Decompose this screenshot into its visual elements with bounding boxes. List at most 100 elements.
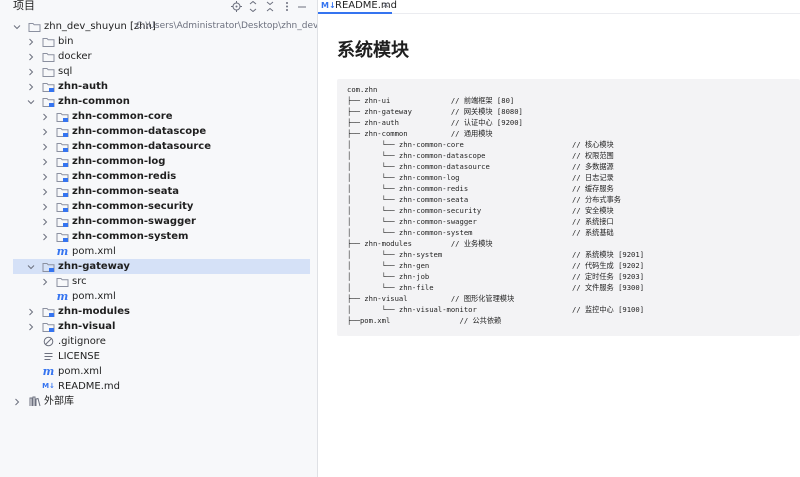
tree-node[interactable]: zhn-gateway bbox=[13, 259, 310, 274]
chevron-down-icon[interactable] bbox=[26, 94, 36, 109]
tree-node[interactable]: zhn-common bbox=[0, 94, 317, 109]
module-folder-icon bbox=[56, 125, 69, 138]
chevron-right-icon[interactable] bbox=[26, 304, 36, 319]
close-icon[interactable]: ✕ bbox=[382, 0, 390, 12]
chevron-right-icon[interactable] bbox=[40, 109, 50, 124]
maven-file-icon: m bbox=[56, 290, 69, 303]
chevron-right-icon[interactable] bbox=[40, 274, 50, 289]
tree-node[interactable]: LICENSE bbox=[0, 349, 317, 364]
minimize-panel-icon[interactable] bbox=[296, 0, 308, 12]
code-block: com.zhn ├── zhn-ui // 前端框架 [80] ├── zhn-ga… bbox=[337, 79, 800, 336]
tree-node[interactable]: zhn-common-swagger bbox=[0, 214, 317, 229]
module-folder-icon bbox=[42, 80, 55, 93]
folder-icon bbox=[42, 35, 55, 48]
chevron-right-icon[interactable] bbox=[40, 139, 50, 154]
tree-node-label: zhn-common-datascope bbox=[72, 126, 207, 137]
tree-node-label: zhn-common-system bbox=[72, 231, 189, 242]
project-panel-header: 项目 bbox=[0, 0, 317, 14]
code-line: │ └── zhn-common-system // 系统基础 bbox=[347, 228, 614, 237]
chevron-down-icon[interactable] bbox=[26, 259, 36, 274]
module-folder-icon bbox=[56, 170, 69, 183]
chevron-right-icon[interactable] bbox=[12, 394, 22, 409]
code-line: ├── zhn-auth // 认证中心 [9200] bbox=[347, 118, 523, 127]
tree-node[interactable]: zhn-common-security bbox=[0, 199, 317, 214]
tree-node-label: zhn-common-seata bbox=[72, 186, 179, 197]
collapse-all-icon[interactable] bbox=[264, 0, 276, 12]
tree-node-label: zhn-common-datasource bbox=[72, 141, 212, 152]
code-line: │ └── zhn-gen // 代码生成 [9202] bbox=[347, 261, 645, 270]
tree-node[interactable]: m pom.xml bbox=[0, 289, 317, 304]
tree-node[interactable]: docker bbox=[0, 49, 317, 64]
tree-node-label: zhn-auth bbox=[58, 81, 108, 92]
tree-node[interactable]: zhn-common-core bbox=[0, 109, 317, 124]
maven-file-icon: m bbox=[56, 245, 69, 258]
tree-node-label: zhn-common-security bbox=[72, 201, 194, 212]
tree-node-label: docker bbox=[58, 51, 92, 62]
tree-node-label: 外部库 bbox=[44, 396, 74, 407]
module-folder-icon bbox=[42, 95, 55, 108]
tree-node[interactable]: m pom.xml bbox=[0, 364, 317, 379]
code-line: ├── zhn-gateway // 网关模块 [8080] bbox=[347, 107, 523, 116]
module-folder-icon bbox=[56, 185, 69, 198]
ignore-file-icon bbox=[42, 335, 55, 348]
tree-node[interactable]: zhn-common-system bbox=[0, 229, 317, 244]
tree-node[interactable]: M↓ README.md bbox=[0, 379, 317, 394]
tree-node-label: pom.xml bbox=[72, 246, 116, 257]
folder-icon bbox=[28, 20, 41, 33]
chevron-right-icon[interactable] bbox=[40, 169, 50, 184]
editor-tab-bar: M↓ README.md ✕ bbox=[318, 0, 800, 14]
tree-node-label: bin bbox=[58, 36, 74, 47]
tree-node[interactable]: 外部库 bbox=[0, 394, 317, 409]
chevron-right-icon[interactable] bbox=[40, 124, 50, 139]
tree-node[interactable]: src bbox=[0, 274, 317, 289]
code-line: com.zhn bbox=[347, 85, 378, 94]
tree-node-label: README.md bbox=[58, 381, 121, 392]
chevron-right-icon[interactable] bbox=[40, 199, 50, 214]
chevron-right-icon[interactable] bbox=[26, 64, 36, 79]
tab-readme[interactable]: M↓ README.md ✕ bbox=[318, 0, 397, 14]
code-line: ├── zhn-modules // 业务模块 bbox=[347, 239, 493, 248]
module-folder-icon bbox=[42, 260, 55, 273]
chevron-down-icon[interactable] bbox=[12, 19, 22, 34]
tree-node[interactable]: zhn_dev_shuyun [zhn] C:\Users\Administrat… bbox=[0, 19, 318, 34]
module-folder-icon bbox=[56, 140, 69, 153]
markdown-heading: 系统模块 bbox=[337, 40, 409, 61]
tree-node[interactable]: zhn-modules bbox=[0, 304, 317, 319]
tree-node[interactable]: m pom.xml bbox=[0, 244, 317, 259]
module-folder-icon bbox=[56, 230, 69, 243]
chevron-right-icon[interactable] bbox=[40, 229, 50, 244]
chevron-down-icon[interactable] bbox=[13, 0, 25, 12]
tree-node[interactable]: sql bbox=[0, 64, 317, 79]
code-line: │ └── zhn-system // 系统模块 [9201] bbox=[347, 250, 645, 259]
tree-node[interactable]: .gitignore bbox=[0, 334, 317, 349]
text-file-icon bbox=[42, 350, 55, 363]
project-tree: zhn_dev_shuyun [zhn] C:\Users\Administrat… bbox=[0, 19, 318, 409]
code-line: │ └── zhn-common-redis // 缓存服务 bbox=[347, 184, 614, 193]
tree-node[interactable]: zhn-common-redis bbox=[0, 169, 317, 184]
chevron-right-icon[interactable] bbox=[26, 79, 36, 94]
chevron-right-icon[interactable] bbox=[40, 154, 50, 169]
tree-node-label: zhn-visual bbox=[58, 321, 116, 332]
chevron-right-icon[interactable] bbox=[26, 319, 36, 334]
code-line: │ └── zhn-common-log // 日志记录 bbox=[347, 173, 614, 182]
chevron-right-icon[interactable] bbox=[26, 49, 36, 64]
tree-node[interactable]: zhn-common-datascope bbox=[0, 124, 317, 139]
chevron-right-icon[interactable] bbox=[40, 184, 50, 199]
tree-node[interactable]: zhn-common-log bbox=[0, 154, 317, 169]
tree-node[interactable]: zhn-visual bbox=[0, 319, 317, 334]
expand-all-icon[interactable] bbox=[247, 0, 259, 12]
tree-node-label: zhn-common bbox=[58, 96, 130, 107]
markdown-file-icon: M↓ bbox=[321, 1, 336, 10]
chevron-right-icon[interactable] bbox=[40, 214, 50, 229]
locate-icon[interactable] bbox=[230, 0, 242, 12]
tree-node-label: .gitignore bbox=[58, 336, 106, 347]
tree-node[interactable]: zhn-common-seata bbox=[0, 184, 317, 199]
tree-node[interactable]: bin bbox=[0, 34, 317, 49]
folder-icon bbox=[42, 50, 55, 63]
more-options-icon[interactable] bbox=[281, 0, 293, 12]
project-path: C:\Users\Administrator\Desktop\zhn_dev_s… bbox=[136, 21, 318, 31]
chevron-right-icon[interactable] bbox=[26, 34, 36, 49]
tree-node[interactable]: zhn-common-datasource bbox=[0, 139, 317, 154]
code-line: │ └── zhn-common-core // 核心模块 bbox=[347, 140, 614, 149]
tree-node[interactable]: zhn-auth bbox=[0, 79, 317, 94]
